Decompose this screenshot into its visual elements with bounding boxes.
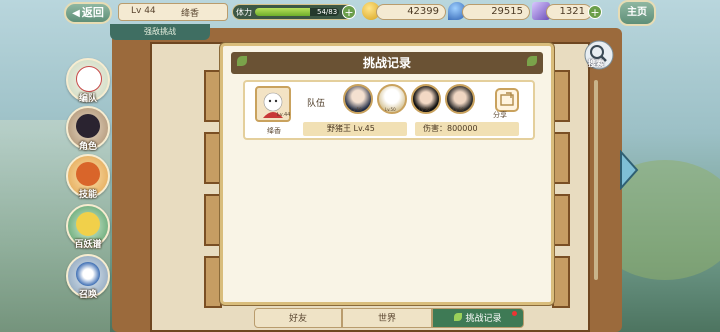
gem-count: 29515 [462, 4, 530, 20]
side-button-character[interactable]: 角色 [66, 106, 110, 152]
board-slot [552, 132, 570, 184]
home-button[interactable]: 主页 [618, 0, 656, 26]
board-slot [552, 194, 570, 246]
damage-info: 伤害：800000 [415, 122, 519, 136]
team-label: 队伍 [307, 99, 326, 109]
tab-label: 挑战记录 [465, 314, 502, 324]
sub-tab-strong-enemy[interactable]: 强敌挑战 [110, 24, 210, 40]
side-button-summon[interactable]: 召唤 [66, 254, 110, 300]
player-level: Lv 44 [131, 6, 156, 16]
stamina-value: 54/83 [317, 8, 338, 16]
skill-icon [76, 162, 100, 186]
hero-level: Lv.50 [419, 107, 430, 112]
hero-level: Lv.50 [351, 107, 362, 112]
stamina-fill [255, 8, 310, 16]
player-level-tag: Lv.44 [277, 112, 291, 118]
add-stamina-button[interactable]: + [342, 5, 356, 19]
player-name: 绛香 [181, 9, 200, 19]
bottom-tabs: 好友 世界 挑战记录 [254, 308, 524, 328]
search-button[interactable]: 搜索 [584, 40, 614, 70]
bestiary-icon [76, 212, 100, 236]
leaf-ornament-icon [527, 56, 537, 66]
player-level-pill: Lv 44 绛香 [118, 3, 228, 21]
back-arrow-icon: ◀ [72, 8, 80, 19]
side-button-label: 编队 [78, 94, 97, 104]
side-button-bestiary[interactable]: 百妖谱 [66, 204, 110, 250]
side-button-team[interactable]: 编队 [66, 58, 110, 104]
character-icon [76, 114, 100, 138]
add-crystal-button[interactable]: + [588, 5, 602, 19]
boss-info: 野猪王 Lv.45 [303, 122, 407, 136]
record-player-name: 绛香 [267, 127, 281, 135]
tab-label: 世界 [377, 314, 396, 324]
coin-count: 42399 [376, 4, 446, 20]
side-button-label: 百妖谱 [74, 240, 102, 250]
home-label: 主页 [627, 7, 647, 18]
share-icon [500, 92, 514, 106]
search-label: 搜索 [588, 59, 604, 68]
tab-world[interactable]: 世界 [342, 308, 432, 328]
dialog-header: 挑战记录 [231, 52, 543, 74]
leaf-ornament-icon [237, 56, 247, 66]
share-button[interactable] [495, 88, 519, 112]
side-button-label: 技能 [78, 190, 97, 200]
tab-challenge-record[interactable]: 挑战记录 [432, 308, 524, 328]
stamina-bar: 体力 54/83 [232, 4, 354, 20]
tab-label: 好友 [288, 314, 307, 324]
side-button-label: 角色 [78, 142, 97, 152]
hero-level: Lv.50 [385, 107, 396, 112]
summon-icon [76, 262, 100, 286]
dialog-title: 挑战记录 [362, 56, 411, 70]
side-button-label: 召唤 [78, 290, 97, 300]
back-button[interactable]: ◀ 返回 [64, 2, 112, 24]
top-bar: ◀ 返回 Lv 44 绛香 体力 54/83 + 42399 29515 1321… [0, 0, 720, 26]
next-arrow-icon[interactable] [618, 150, 640, 190]
back-label: 返回 [81, 6, 104, 19]
record-card: Lv.44 绛香 队伍 Lv.50 Lv.50 Lv.50 Lv.50 分享 野… [243, 80, 535, 140]
board-slot [552, 70, 570, 122]
board-scrollbar[interactable] [594, 80, 598, 280]
hero-level: Lv.50 [453, 107, 464, 112]
notification-dot [512, 311, 517, 316]
share-label: 分享 [493, 111, 507, 119]
side-button-skill[interactable]: 技能 [66, 154, 110, 200]
stamina-label: 体力 [236, 8, 252, 17]
crystal-count: 1321 [546, 4, 592, 20]
challenge-record-dialog: 挑战记录 Lv.44 绛香 队伍 Lv.50 Lv.50 Lv.50 Lv.50 [220, 43, 554, 305]
board-slot [552, 256, 570, 308]
team-icon [76, 66, 102, 92]
leaf-icon [454, 313, 463, 321]
tab-friends[interactable]: 好友 [254, 308, 342, 328]
